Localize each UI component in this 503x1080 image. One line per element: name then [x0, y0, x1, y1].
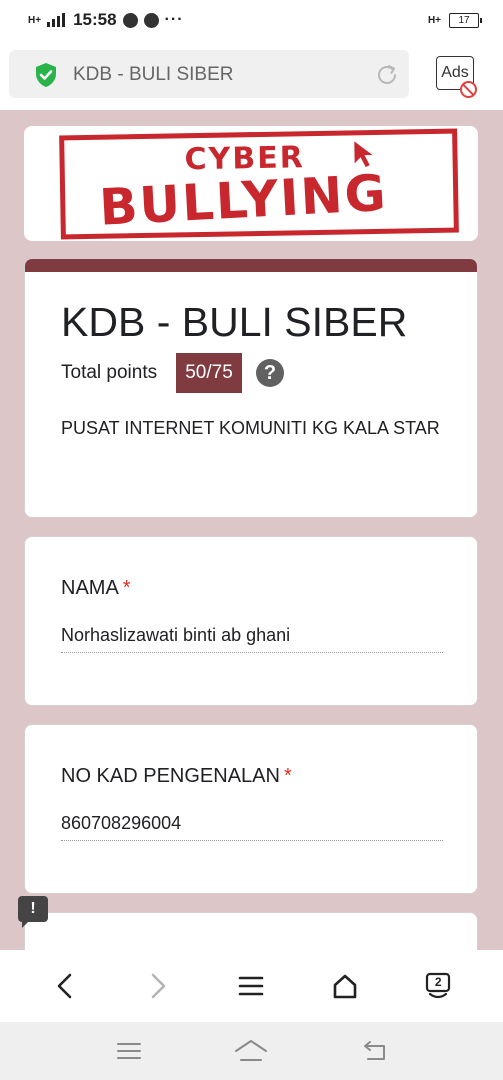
network-type-right: H+ [427, 14, 441, 26]
signal-icon [47, 13, 66, 27]
system-back-icon[interactable] [360, 1040, 388, 1062]
status-right: H+ 17 [427, 12, 482, 28]
answer-field: Norhaslizawati binti ab ghani [61, 625, 443, 653]
home-button[interactable] [322, 963, 368, 1009]
header-banner-image: CYBER BULLYING [24, 126, 478, 241]
network-type-left: H+ [28, 14, 42, 26]
stamp-text-line2: BULLYING [97, 163, 389, 237]
system-nav-bar [0, 1022, 503, 1080]
answer-field: 860708296004 [61, 813, 443, 841]
cyber-bullying-stamp: CYBER BULLYING [59, 128, 459, 240]
ad-block-icon [460, 81, 477, 98]
required-asterisk: * [122, 577, 131, 599]
tabs-icon: 2 [425, 972, 451, 1000]
browser-toolbar: KDB - BULI SIBER Ads [0, 40, 503, 110]
report-feedback-icon[interactable]: ! [18, 896, 48, 928]
more-notifications-icon: ··· [164, 11, 184, 28]
clock: 15:58 [73, 10, 117, 29]
question-title: NO KAD PENGENALAN * [61, 765, 292, 788]
form-description: PUSAT INTERNET KOMUNITI KG KALA STAR [61, 418, 440, 438]
notification-icon [122, 12, 138, 28]
reload-icon[interactable] [375, 63, 399, 87]
help-icon[interactable]: ? [256, 359, 284, 387]
question-card-partial [24, 912, 478, 950]
secure-shield-icon [36, 63, 56, 87]
theme-accent-bar [25, 259, 477, 272]
question-label: NAMA [61, 577, 119, 599]
browser-bottom-nav: 2 [0, 950, 503, 1022]
question-title: NAMA * [61, 577, 131, 600]
total-points-label: Total points [61, 362, 158, 383]
recent-apps-icon[interactable] [116, 1041, 142, 1061]
system-home-icon[interactable] [233, 1038, 269, 1064]
address-bar[interactable]: KDB - BULI SIBER [9, 50, 409, 98]
battery-icon: 17 [449, 12, 482, 28]
screen: H+ 15:58 ··· H+ 17 KDB - BULI SIBER Ads … [0, 0, 503, 1080]
forward-button[interactable] [135, 963, 181, 1009]
question-card: NO KAD PENGENALAN * 860708296004 [24, 724, 478, 894]
question-label: NO KAD PENGENALAN [61, 765, 280, 787]
page-content: CYBER BULLYING KDB - BULI SIBER Total po… [0, 110, 503, 950]
required-asterisk: * [283, 765, 292, 787]
score-badge: 50/75 [176, 353, 242, 393]
chevron-right-icon [151, 973, 166, 999]
tabs-button[interactable]: 2 [415, 963, 461, 1009]
chrome-icon [143, 12, 159, 28]
question-card: NAMA * Norhaslizawati binti ab ghani [24, 536, 478, 706]
chevron-left-icon [57, 973, 71, 999]
home-icon [333, 974, 357, 999]
menu-icon [239, 976, 264, 996]
status-bar: H+ 15:58 ··· H+ 17 [0, 0, 503, 40]
form-title-card: KDB - BULI SIBER Total points 50/75 ? PU… [24, 258, 478, 518]
back-button[interactable] [42, 963, 88, 1009]
page-title-in-address-bar: KDB - BULI SIBER [73, 64, 234, 85]
menu-button[interactable] [228, 963, 274, 1009]
status-left: H+ 15:58 ··· [28, 10, 184, 30]
form-title: KDB - BULI SIBER [61, 299, 408, 345]
tab-count: 2 [434, 975, 442, 989]
